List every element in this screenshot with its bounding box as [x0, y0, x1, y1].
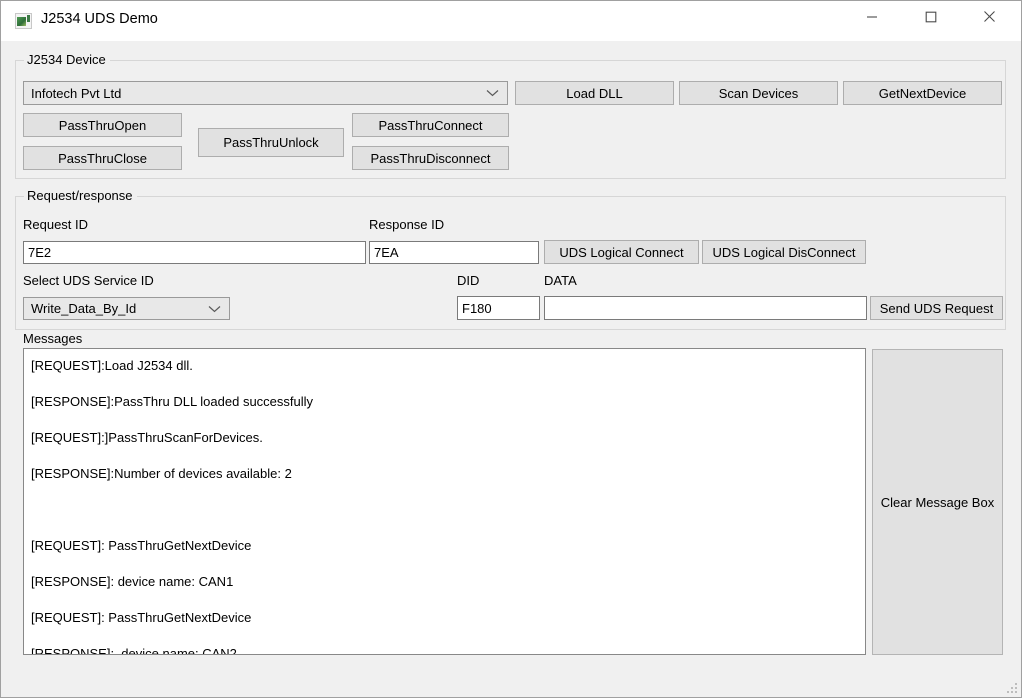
did-label: DID — [457, 273, 480, 288]
passthru-connect-button[interactable]: PassThruConnect — [352, 113, 509, 137]
passthru-unlock-button[interactable]: PassThruUnlock — [198, 128, 344, 157]
window-title: J2534 UDS Demo — [41, 11, 158, 27]
send-uds-request-button[interactable]: Send UDS Request — [870, 296, 1003, 320]
message-line: [RESPONSE]:Number of devices available: … — [31, 466, 292, 481]
data-label: DATA — [544, 273, 577, 288]
did-input[interactable]: F180 — [457, 296, 540, 320]
uds-logical-disconnect-button[interactable]: UDS Logical DisConnect — [702, 240, 866, 264]
message-line: [RESPONSE]: device name: CAN1 — [31, 574, 234, 589]
request-id-input[interactable]: 7E2 — [23, 241, 366, 264]
minimize-button[interactable] — [849, 1, 895, 32]
message-line: [RESPONSE]:PassThru DLL loaded successfu… — [31, 394, 314, 409]
message-line: [REQUEST]: PassThruGetNextDevice — [31, 538, 252, 553]
uds-logical-connect-button[interactable]: UDS Logical Connect — [544, 240, 699, 264]
app-icon-accent — [27, 15, 30, 22]
messages-label: Messages — [23, 331, 83, 346]
app-icon — [15, 13, 32, 29]
message-line: [RESPONSE]: device name: CAN2 — [31, 646, 237, 655]
application-window: J2534 UDS Demo J2534 Device Infotech Pvt… — [0, 0, 1022, 698]
request-id-label: Request ID — [23, 217, 89, 232]
messages-output[interactable]: [REQUEST]:Load J2534 dll. [RESPONSE]:Pas… — [23, 348, 866, 655]
load-dll-button[interactable]: Load DLL — [515, 81, 674, 105]
device-select[interactable]: Infotech Pvt Ltd — [23, 81, 508, 105]
get-next-device-button[interactable]: GetNextDevice — [843, 81, 1002, 105]
maximize-icon — [925, 11, 937, 22]
device-select-value: Infotech Pvt Ltd — [31, 85, 122, 101]
uds-service-select[interactable]: Write_Data_By_Id — [23, 297, 230, 320]
j2534-device-group-caption: J2534 Device — [24, 52, 110, 67]
clear-message-box-button[interactable]: Clear Message Box — [872, 349, 1003, 655]
uds-service-select-value: Write_Data_By_Id — [31, 301, 137, 316]
chevron-down-icon — [208, 305, 221, 313]
passthru-disconnect-button[interactable]: PassThruDisconnect — [352, 146, 509, 170]
minimize-icon — [867, 15, 877, 18]
response-id-label: Response ID — [369, 217, 445, 232]
close-icon — [983, 11, 995, 22]
message-line: [REQUEST]:Load J2534 dll. — [31, 358, 193, 373]
request-response-group-caption: Request/response — [24, 188, 137, 203]
title-bar: J2534 UDS Demo — [1, 1, 1021, 41]
data-input[interactable] — [544, 296, 867, 320]
scan-devices-button[interactable]: Scan Devices — [679, 81, 838, 105]
uds-service-label: Select UDS Service ID — [23, 273, 154, 288]
chevron-down-icon — [486, 89, 499, 97]
resize-grip[interactable] — [1007, 683, 1019, 695]
app-icon-image — [17, 17, 26, 26]
message-line: [REQUEST]: PassThruGetNextDevice — [31, 610, 252, 625]
passthru-open-button[interactable]: PassThruOpen — [23, 113, 182, 137]
passthru-close-button[interactable]: PassThruClose — [23, 146, 182, 170]
close-button[interactable] — [966, 1, 1012, 32]
maximize-button[interactable] — [908, 1, 954, 32]
message-line: [REQUEST]:]PassThruScanForDevices. — [31, 430, 263, 445]
message-line-blank — [31, 501, 859, 519]
response-id-input[interactable]: 7EA — [369, 241, 539, 264]
